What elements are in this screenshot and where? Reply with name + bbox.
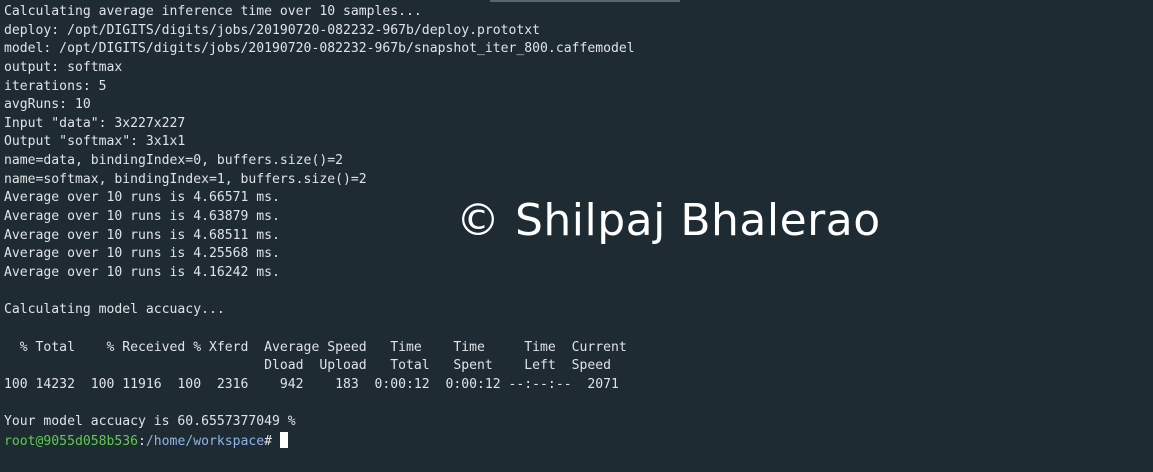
output-line: avgRuns: 10 [4, 97, 91, 113]
output-line: name=data, bindingIndex=0, buffers.size(… [4, 153, 343, 169]
curl-progress-header: Dload Upload Total Spent Left Speed [4, 358, 611, 374]
output-line: Your model accuacy is 60.6557377049 % [4, 414, 296, 430]
curl-progress-row: 100 14232 100 11916 100 2316 942 183 0:0… [4, 376, 619, 392]
output-line: name=softmax, bindingIndex=1, buffers.si… [4, 171, 367, 187]
text-cursor[interactable] [280, 431, 289, 448]
window-edge-line [490, 0, 680, 2]
output-line: Average over 10 runs is 4.16242 ms. [4, 264, 280, 280]
prompt-symbol: # [264, 433, 273, 449]
output-line: Input "data": 3x227x227 [4, 115, 186, 131]
output-line: Output "softmax": 3x1x1 [4, 134, 186, 150]
output-line: Average over 10 runs is 4.25568 ms. [4, 246, 280, 262]
prompt-separator: : [138, 433, 146, 449]
curl-progress-header: % Total % Received % Xferd Average Speed… [4, 339, 627, 355]
copyright-watermark: © Shilpaj Bhalerao [456, 195, 881, 246]
prompt-user-host: root@9055d058b536 [4, 433, 139, 449]
shell-prompt-line[interactable]: root@9055d058b536:/home/workspace# [4, 431, 1153, 451]
prompt-path: /home/workspace [145, 433, 265, 449]
output-line: model: /opt/DIGITS/digits/jobs/20190720-… [4, 41, 635, 57]
output-line: Calculating average inference time over … [4, 4, 422, 19]
output-line: deploy: /opt/DIGITS/digits/jobs/20190720… [4, 22, 541, 38]
output-line: iterations: 5 [4, 78, 107, 94]
output-line: output: softmax [4, 59, 123, 75]
output-line: Calculating model accuacy... [4, 302, 225, 318]
